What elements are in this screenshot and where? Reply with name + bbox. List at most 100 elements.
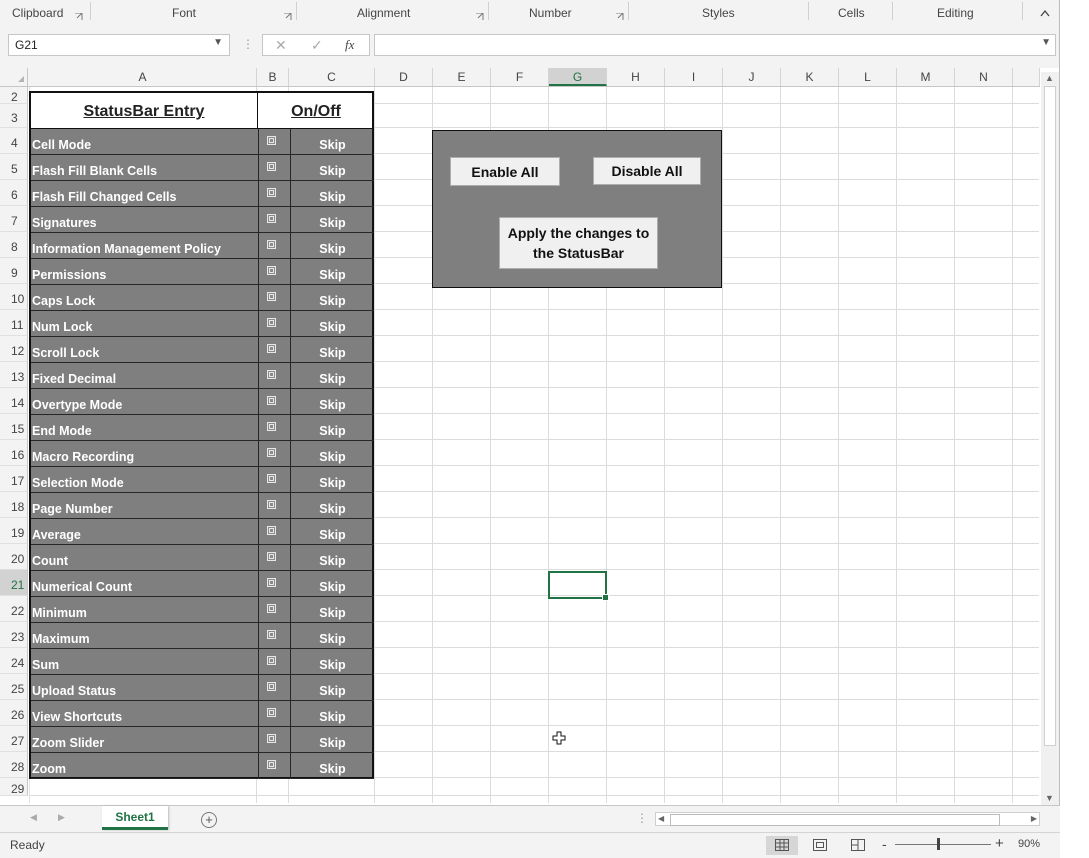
entry-name[interactable]: Fixed Decimal	[32, 372, 116, 386]
entry-name[interactable]: Selection Mode	[32, 476, 124, 490]
entry-checkbox[interactable]	[267, 448, 276, 457]
ribbon-group-number[interactable]: Number	[529, 6, 572, 20]
row-header-14[interactable]: 14	[0, 388, 28, 414]
header-statusbar-entry[interactable]: StatusBar Entry	[31, 93, 258, 130]
row-header-10[interactable]: 10	[0, 284, 28, 310]
row-header-21[interactable]: 21	[0, 570, 28, 596]
entry-name[interactable]: Count	[32, 554, 68, 568]
selected-cell-g21[interactable]	[548, 571, 609, 601]
row-header-26[interactable]: 26	[0, 700, 28, 726]
entry-status[interactable]: Skip	[291, 502, 374, 516]
entry-checkbox[interactable]	[267, 682, 276, 691]
entry-status[interactable]: Skip	[291, 528, 374, 542]
entry-status[interactable]: Skip	[291, 450, 374, 464]
zoom-slider[interactable]	[895, 844, 991, 845]
fill-handle[interactable]	[602, 594, 609, 601]
row-header-23[interactable]: 23	[0, 622, 28, 648]
column-header-d[interactable]: D	[375, 68, 433, 86]
entry-name[interactable]: Signatures	[32, 216, 97, 230]
zoom-slider-thumb[interactable]	[937, 838, 940, 850]
row-header-6[interactable]: 6	[0, 180, 28, 206]
page-break-view-icon[interactable]	[842, 836, 874, 855]
entry-name[interactable]: Sum	[32, 658, 59, 672]
entry-checkbox[interactable]	[267, 630, 276, 639]
column-header-n[interactable]: N	[955, 68, 1013, 86]
entry-checkbox[interactable]	[267, 136, 276, 145]
entry-checkbox[interactable]	[267, 370, 276, 379]
row-header-17[interactable]: 17	[0, 466, 28, 492]
entry-checkbox[interactable]	[267, 188, 276, 197]
page-layout-view-icon[interactable]	[804, 836, 836, 855]
entry-name[interactable]: Overtype Mode	[32, 398, 122, 412]
entry-status[interactable]: Skip	[291, 190, 374, 204]
prev-sheet-icon[interactable]: ◀	[30, 812, 37, 823]
vertical-scroll-thumb[interactable]	[1044, 86, 1056, 746]
entry-name[interactable]: Information Management Policy	[32, 242, 221, 256]
ribbon-group-alignment[interactable]: Alignment	[357, 6, 410, 20]
row-header-4[interactable]: 4	[0, 128, 28, 154]
row-header-7[interactable]: 7	[0, 206, 28, 232]
entry-name[interactable]: Permissions	[32, 268, 106, 282]
ribbon-group-font[interactable]: Font	[172, 6, 196, 20]
horizontal-scrollbar[interactable]: ◀ ▶	[655, 812, 1040, 826]
entry-name[interactable]: Caps Lock	[32, 294, 95, 308]
row-header-3[interactable]: 3	[0, 104, 28, 128]
disable-all-button[interactable]: Disable All	[593, 157, 701, 185]
entry-status[interactable]: Skip	[291, 684, 374, 698]
entry-checkbox[interactable]	[267, 422, 276, 431]
entry-checkbox[interactable]	[267, 578, 276, 587]
entry-status[interactable]: Skip	[291, 658, 374, 672]
entry-checkbox[interactable]	[267, 760, 276, 769]
split-handle-icon[interactable]: ⋮	[636, 811, 648, 825]
column-header-f[interactable]: F	[491, 68, 549, 86]
column-header-g[interactable]: G	[549, 68, 607, 86]
zoom-level[interactable]: 90%	[1018, 838, 1040, 850]
entry-name[interactable]: Minimum	[32, 606, 87, 620]
entry-status[interactable]: Skip	[291, 346, 374, 360]
next-sheet-icon[interactable]: ▶	[58, 812, 65, 823]
scroll-down-icon[interactable]: ▼	[1045, 793, 1054, 803]
row-header-19[interactable]: 19	[0, 518, 28, 544]
entry-name[interactable]: Macro Recording	[32, 450, 134, 464]
row-header-8[interactable]: 8	[0, 232, 28, 258]
name-box[interactable]: G21 ▼	[8, 34, 230, 56]
font-launcher-icon[interactable]	[284, 10, 292, 20]
chevron-down-icon[interactable]: ▼	[1041, 37, 1051, 48]
entry-checkbox[interactable]	[267, 604, 276, 613]
cancel-icon[interactable]: ✕	[275, 37, 287, 54]
entry-status[interactable]: Skip	[291, 372, 374, 386]
row-header-16[interactable]: 16	[0, 440, 28, 466]
row-header-12[interactable]: 12	[0, 336, 28, 362]
entry-name[interactable]: View Shortcuts	[32, 710, 122, 724]
scroll-left-icon[interactable]: ◀	[658, 814, 664, 823]
entry-status[interactable]: Skip	[291, 320, 374, 334]
row-header-5[interactable]: 5	[0, 154, 28, 180]
scroll-right-icon[interactable]: ▶	[1031, 814, 1037, 823]
normal-view-icon[interactable]	[766, 836, 798, 855]
alignment-launcher-icon[interactable]	[476, 10, 484, 20]
tab-sheet1[interactable]: Sheet1	[102, 806, 168, 830]
entry-name[interactable]: Average	[32, 528, 81, 542]
row-header-2[interactable]: 2	[0, 87, 28, 104]
entry-checkbox[interactable]	[267, 656, 276, 665]
entry-status[interactable]: Skip	[291, 398, 374, 412]
entry-status[interactable]: Skip	[291, 476, 374, 490]
entry-name[interactable]: Numerical Count	[32, 580, 132, 594]
entry-status[interactable]: Skip	[291, 580, 374, 594]
row-header-24[interactable]: 24	[0, 648, 28, 674]
entry-status[interactable]: Skip	[291, 632, 374, 646]
column-header-i[interactable]: I	[665, 68, 723, 86]
entry-name[interactable]: Upload Status	[32, 684, 116, 698]
entry-status[interactable]: Skip	[291, 164, 374, 178]
add-sheet-icon[interactable]: +	[201, 812, 217, 828]
entry-status[interactable]: Skip	[291, 710, 374, 724]
row-header-27[interactable]: 27	[0, 726, 28, 752]
ribbon-group-styles[interactable]: Styles	[702, 6, 735, 20]
enable-all-button[interactable]: Enable All	[450, 157, 560, 186]
row-header-29[interactable]: 29	[0, 778, 28, 796]
clipboard-launcher-icon[interactable]	[75, 10, 83, 20]
entry-name[interactable]: Zoom Slider	[32, 736, 104, 750]
row-header-18[interactable]: 18	[0, 492, 28, 518]
row-header-28[interactable]: 28	[0, 752, 28, 778]
entry-checkbox[interactable]	[267, 526, 276, 535]
